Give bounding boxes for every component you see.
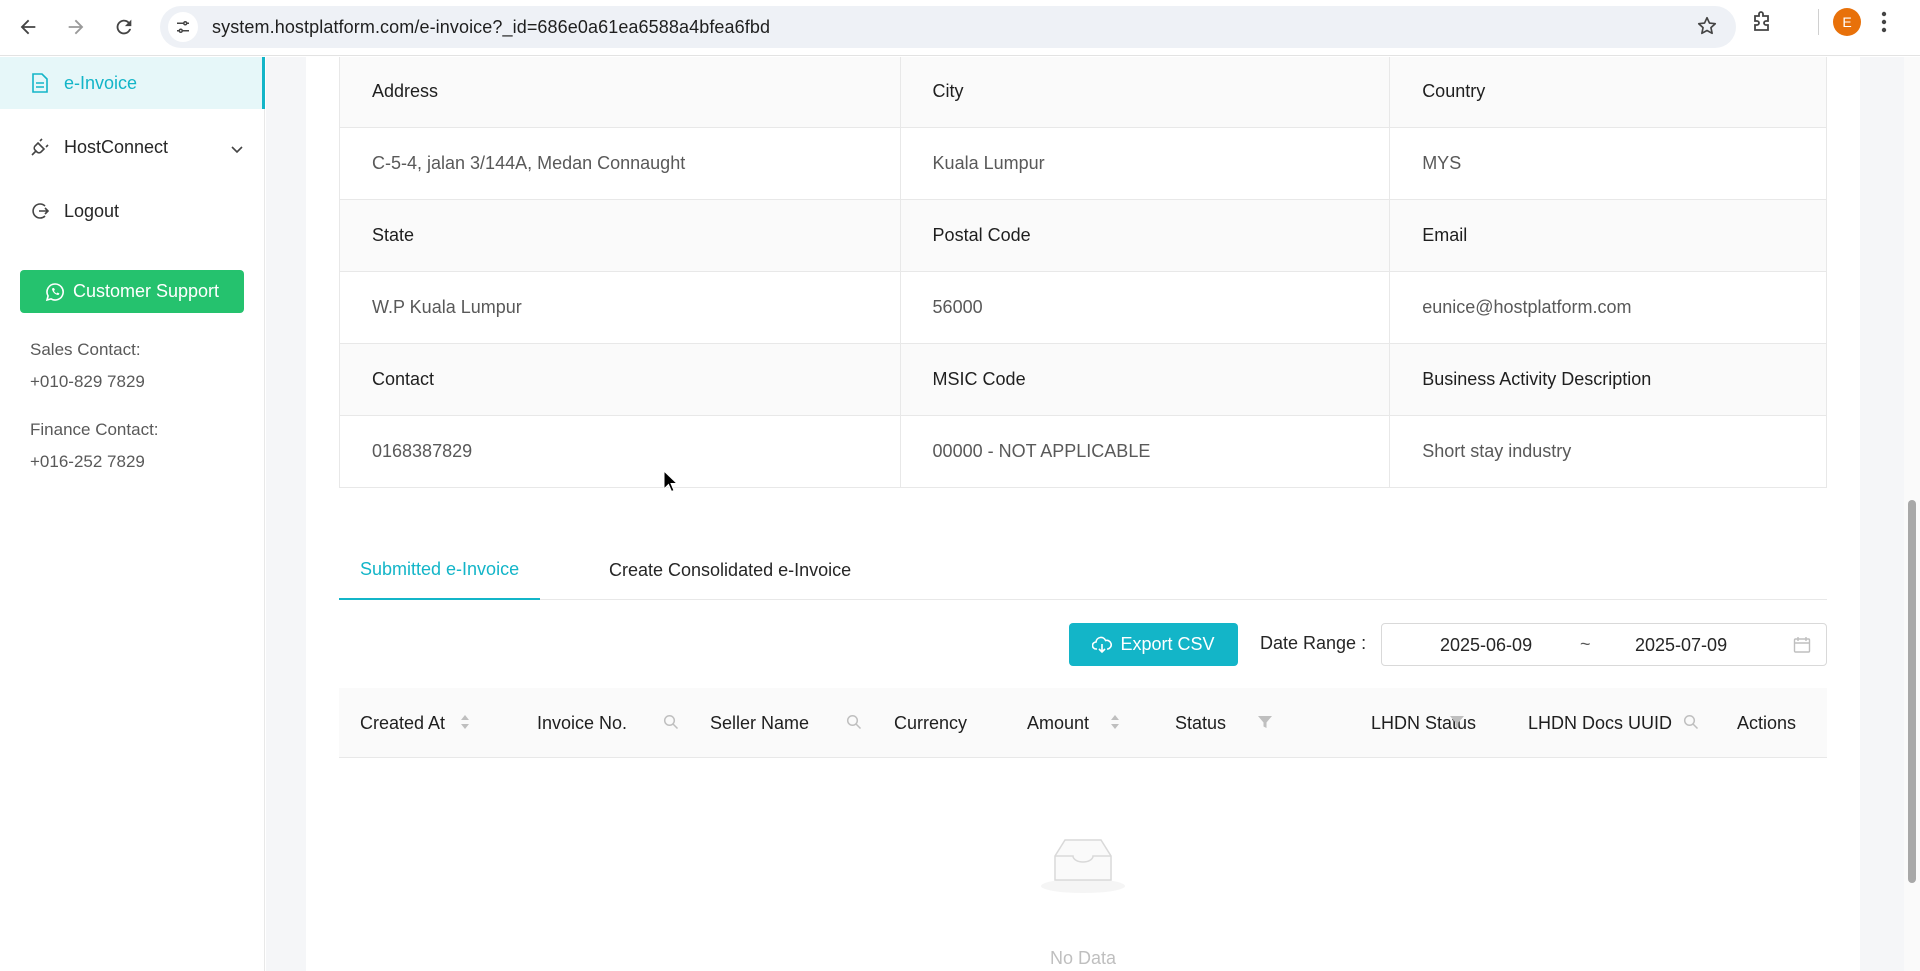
content-card: Address City Country C-5-4, jalan 3/144A…	[306, 57, 1860, 971]
scrollbar-thumb[interactable]	[1908, 500, 1916, 883]
invoice-tabs: Submitted e-Invoice Create Consolidated …	[339, 540, 1827, 600]
column-currency: Currency	[894, 712, 968, 733]
address-bar[interactable]: system.hostplatform.com/e-invoice?_id=68…	[160, 6, 1736, 48]
tab-submitted-e-invoice[interactable]: Submitted e-Invoice	[339, 540, 541, 600]
search-icon[interactable]	[663, 714, 679, 730]
column-lhdn-docs-uuid: LHDN Docs UUID	[1528, 712, 1673, 733]
toolbar-divider	[1818, 9, 1819, 35]
sort-icon[interactable]	[1110, 713, 1120, 731]
invoice-table-header: Created At Invoice No. Seller Name Curre…	[339, 688, 1827, 758]
details-label: Country	[1389, 57, 1827, 128]
sales-contact-value: +010-829 7829	[30, 372, 145, 391]
customer-support-label: Customer Support	[72, 281, 220, 301]
details-value: MYS	[1389, 126, 1827, 200]
details-label: Email	[1389, 198, 1827, 272]
sidebar: e-Invoice HostConnect Logout Customer Su…	[0, 57, 265, 971]
details-value: Kuala Lumpur	[899, 126, 1391, 200]
details-label: Business Activity Description	[1389, 342, 1827, 416]
details-label: State	[339, 198, 901, 272]
details-value: 00000 - NOT APPLICABLE	[899, 414, 1391, 488]
reload-icon	[116, 19, 132, 35]
column-invoice-no: Invoice No.	[537, 712, 628, 733]
date-to-input[interactable]: 2025-07-09	[1635, 635, 1727, 656]
details-value: 0168387829	[339, 414, 901, 488]
no-data-text: No Data	[1049, 948, 1117, 968]
column-actions: Actions	[1737, 712, 1797, 733]
company-details-table: Address City Country C-5-4, jalan 3/144A…	[339, 57, 1827, 488]
sidebar-item-logout[interactable]: Logout	[0, 185, 265, 237]
details-label: MSIC Code	[899, 342, 1391, 416]
sidebar-item-hostconnect[interactable]: HostConnect	[0, 121, 265, 173]
details-value: C-5-4, jalan 3/144A, Medan Connaught	[339, 126, 901, 200]
export-csv-button[interactable]: Export CSV	[1069, 623, 1238, 666]
bookmark-star-icon[interactable]	[1696, 15, 1718, 42]
sidebar-item-e-invoice[interactable]: e-Invoice	[0, 57, 265, 109]
export-csv-label: Export CSV	[1120, 634, 1215, 654]
details-label: Postal Code	[899, 198, 1391, 272]
logout-icon	[30, 201, 50, 221]
details-value-row: C-5-4, jalan 3/144A, Medan Connaught Kua…	[339, 126, 1827, 200]
mouse-cursor-icon	[663, 469, 679, 499]
more-menu-icon[interactable]	[1881, 11, 1887, 33]
details-value: Short stay industry	[1389, 414, 1827, 488]
plug-icon	[30, 137, 50, 157]
details-value-row: 0168387829 00000 - NOT APPLICABLE Short …	[339, 414, 1827, 488]
date-range-label: Date Range :	[1260, 633, 1367, 653]
search-icon[interactable]	[846, 714, 862, 730]
date-range-picker[interactable]: 2025-06-09 ~ 2025-07-09	[1381, 623, 1827, 666]
finance-contact-value: +016-252 7829	[30, 452, 145, 471]
details-label-row: State Postal Code Email	[339, 198, 1827, 272]
calendar-icon[interactable]	[1793, 636, 1811, 659]
arrow-right-icon	[68, 19, 84, 35]
sales-contact-label: Sales Contact:	[30, 340, 141, 359]
extensions-icon[interactable]	[1750, 10, 1774, 34]
filter-icon[interactable]	[1258, 715, 1272, 729]
reload-button[interactable]	[104, 7, 144, 47]
empty-inbox-icon	[1039, 834, 1127, 899]
filter-icon[interactable]	[1450, 715, 1464, 729]
whatsapp-icon	[45, 282, 65, 302]
details-label: City	[899, 57, 1391, 128]
cloud-download-icon	[1092, 636, 1113, 654]
column-seller-name: Seller Name	[710, 712, 810, 733]
tab-create-consolidated-e-invoice[interactable]: Create Consolidated e-Invoice	[609, 540, 851, 600]
details-value: 56000	[899, 270, 1391, 344]
details-value: eunice@hostplatform.com	[1389, 270, 1827, 344]
chevron-down-icon	[231, 138, 243, 159]
finance-contact-label: Finance Contact:	[30, 420, 159, 439]
browser-toolbar: system.hostplatform.com/e-invoice?_id=68…	[0, 0, 1920, 56]
column-amount[interactable]: Amount	[1027, 688, 1089, 758]
sidebar-item-label: Logout	[64, 200, 120, 221]
column-created-at[interactable]: Created At	[360, 688, 445, 758]
sidebar-item-label: HostConnect	[64, 136, 169, 157]
arrow-left-icon	[20, 19, 36, 35]
site-info-icon[interactable]	[168, 12, 198, 42]
details-value: W.P Kuala Lumpur	[339, 270, 901, 344]
customer-support-button[interactable]: Customer Support	[20, 270, 244, 313]
date-from-input[interactable]: 2025-06-09	[1440, 635, 1532, 656]
details-label: Address	[339, 57, 901, 128]
document-icon	[30, 73, 50, 93]
details-label-row: Contact MSIC Code Business Activity Desc…	[339, 342, 1827, 416]
sort-icon[interactable]	[460, 713, 470, 731]
details-value-row: W.P Kuala Lumpur 56000 eunice@hostplatfo…	[339, 270, 1827, 344]
search-icon[interactable]	[1683, 714, 1699, 730]
column-status: Status	[1175, 712, 1227, 733]
empty-state: No Data	[339, 758, 1827, 971]
forward-button[interactable]	[56, 7, 96, 47]
page-scrollbar[interactable]	[1904, 57, 1920, 971]
back-button[interactable]	[8, 7, 48, 47]
main-area: Address City Country C-5-4, jalan 3/144A…	[266, 57, 1920, 971]
details-label-row: Address City Country	[339, 57, 1827, 128]
date-separator: ~	[1580, 634, 1591, 654]
sidebar-item-label: e-Invoice	[64, 72, 138, 93]
url-text[interactable]: system.hostplatform.com/e-invoice?_id=68…	[212, 17, 770, 38]
details-label: Contact	[339, 342, 901, 416]
profile-avatar[interactable]: E	[1833, 8, 1861, 36]
